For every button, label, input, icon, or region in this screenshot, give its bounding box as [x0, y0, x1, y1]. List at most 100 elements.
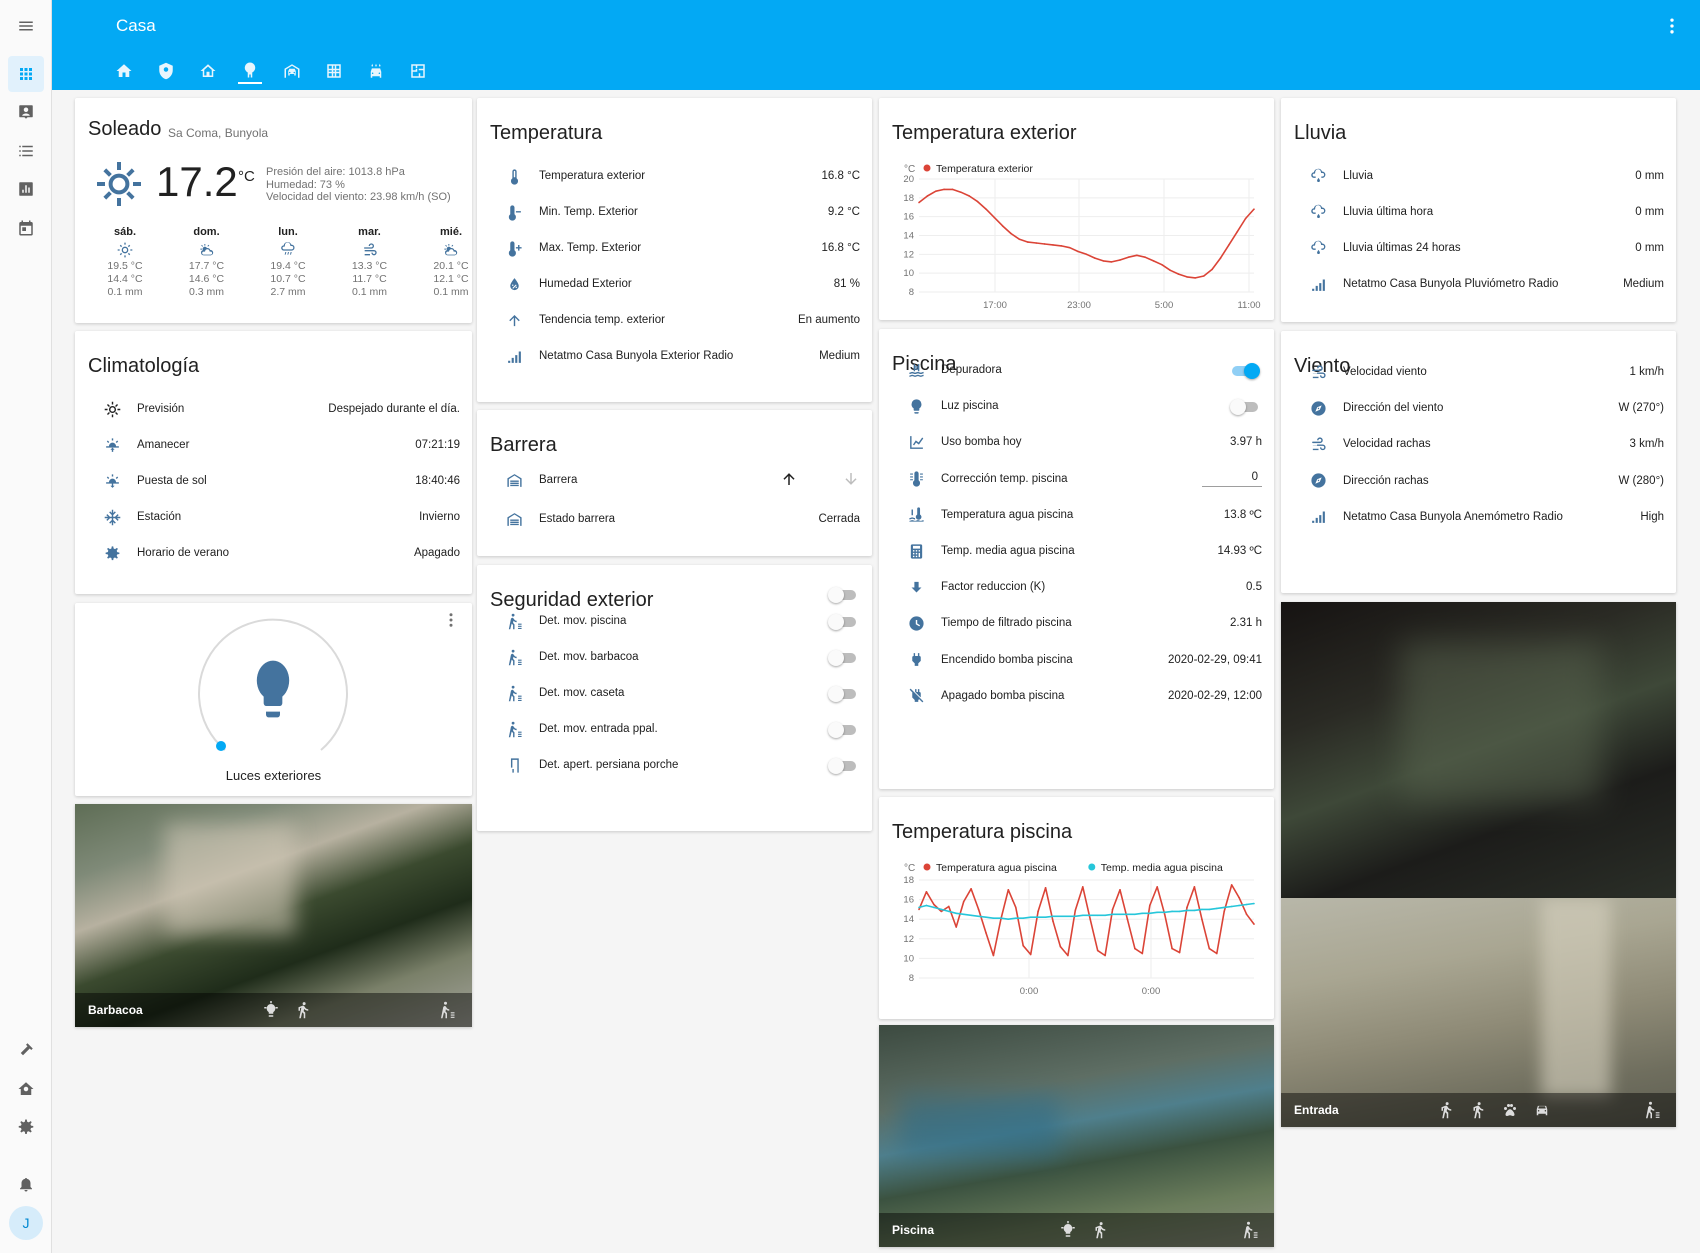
tab-floor-plan-icon[interactable] [406, 58, 430, 84]
data-point [985, 208, 987, 210]
barrera-cover-row[interactable]: Barrera [477, 462, 872, 498]
walk-icon[interactable] [1437, 1101, 1455, 1119]
open-cover-button[interactable] [780, 470, 798, 491]
header-toggle[interactable] [828, 587, 858, 603]
entity-value: Medium [1623, 278, 1664, 290]
entity-value: 14.93 ºC [1217, 545, 1262, 557]
entity-row[interactable]: Velocidad viento 1 km/h [1281, 354, 1676, 390]
motion-sensor-icon[interactable] [1241, 1221, 1259, 1239]
entity-row[interactable]: Lluvia 0 mm [1281, 158, 1676, 194]
entity-row[interactable]: Corrección temp. piscina 0 [879, 461, 1274, 497]
entity-row[interactable]: Puesta de sol 18:40:46 [75, 463, 472, 499]
more-vert-icon[interactable] [442, 611, 460, 634]
settings-icon[interactable] [8, 1109, 44, 1145]
entity-row[interactable]: Det. mov. entrada ppal. [477, 711, 872, 747]
entity-row[interactable]: Velocidad rachas 3 km/h [1281, 426, 1676, 462]
entity-row[interactable]: Lluvia últimas 24 horas 0 mm [1281, 230, 1676, 266]
entity-row[interactable]: Tendencia temp. exterior En aumento [477, 302, 872, 338]
power-plug-off-icon [899, 687, 933, 704]
entity-row[interactable]: Temperatura agua piscina 13.8 ºC [879, 497, 1274, 533]
motion-sensor-icon[interactable] [1643, 1101, 1661, 1119]
paw-icon[interactable] [1501, 1101, 1519, 1119]
camera-barbacoa[interactable]: Barbacoa [75, 804, 472, 1027]
tab-shield-icon[interactable] [154, 58, 178, 84]
number-input[interactable]: 0 [1202, 471, 1262, 487]
entity-row[interactable]: Apagado bomba piscina 2020-02-29, 12:00 [879, 678, 1274, 714]
entity-row[interactable]: Dirección rachas W (280°) [1281, 463, 1676, 499]
temperatura-exterior-chart[interactable]: °C Temperatura exterior201816141210817:00… [879, 158, 1274, 320]
camera-interior[interactable] [1281, 602, 1676, 898]
entity-toggle[interactable] [828, 650, 858, 666]
light-icon[interactable] [262, 1001, 280, 1019]
tab-grid-icon[interactable] [322, 58, 346, 84]
developer-tools-icon[interactable] [8, 1032, 44, 1068]
menu-icon[interactable] [8, 8, 44, 44]
logbook-icon[interactable] [8, 133, 44, 169]
notifications-icon[interactable] [8, 1166, 44, 1202]
estado-barrera-row[interactable]: Estado barrera Cerrada [477, 501, 872, 537]
configuration-home-icon[interactable] [8, 1071, 44, 1107]
entity-row[interactable]: Luz piscina [879, 388, 1274, 424]
entity-row[interactable]: Tiempo de filtrado piscina 2.31 h [879, 605, 1274, 641]
entity-toggle[interactable] [828, 758, 858, 774]
light-icon[interactable] [1059, 1221, 1077, 1239]
entity-row[interactable]: Det. mov. piscina [477, 603, 872, 639]
history-icon[interactable] [8, 171, 44, 207]
slider-handle[interactable] [216, 741, 226, 751]
entity-toggle[interactable] [828, 722, 858, 738]
close-cover-button[interactable] [842, 470, 860, 491]
data-point [1156, 911, 1159, 914]
walk-icon[interactable] [294, 1001, 312, 1019]
y-tick-label: 8 [909, 973, 914, 984]
overview-icon[interactable] [8, 56, 44, 92]
calendar-icon[interactable] [8, 210, 44, 246]
map-icon[interactable] [8, 94, 44, 130]
motion-sensor-icon[interactable] [438, 1001, 456, 1019]
more-vert-icon[interactable] [1662, 16, 1682, 36]
entity-row[interactable]: Netatmo Casa Bunyola Anemómetro Radio Hig… [1281, 499, 1676, 535]
entity-row[interactable]: Netatmo Casa Bunyola Exterior Radio Mediu… [477, 338, 872, 374]
rain-icon [1301, 204, 1335, 221]
entity-row[interactable]: Uso bomba hoy 3.97 h [879, 424, 1274, 460]
walk-icon[interactable] [1469, 1101, 1487, 1119]
light-card[interactable]: Luces exteriores [75, 603, 472, 796]
entity-row[interactable]: Previsión Despejado durante el día. [75, 391, 472, 427]
entity-row[interactable]: Netatmo Casa Bunyola Pluviómetro Radio Me… [1281, 266, 1676, 302]
tab-tree-icon[interactable] [238, 58, 262, 84]
data-point [970, 914, 972, 917]
entity-row[interactable]: Dirección del viento W (270°) [1281, 390, 1676, 426]
entity-toggle[interactable] [828, 614, 858, 630]
tab-home-outline-icon[interactable] [196, 58, 220, 84]
entity-toggle[interactable] [828, 686, 858, 702]
entity-row[interactable]: Lluvia última hora 0 mm [1281, 194, 1676, 230]
entity-row[interactable]: Det. mov. caseta [477, 675, 872, 711]
car-icon[interactable] [1533, 1101, 1551, 1119]
temperatura-piscina-chart[interactable]: °C Temperatura agua piscina Temp. media ag… [879, 859, 1274, 1019]
entity-row[interactable]: Temperatura exterior 16.8 °C [477, 158, 872, 194]
temperatura-exterior-chart-card[interactable]: Temperatura exterior °C Temperatura exter… [879, 98, 1274, 320]
tab-garage-icon[interactable] [280, 58, 304, 84]
tab-home-icon[interactable] [112, 58, 136, 84]
entity-toggle[interactable] [1230, 399, 1260, 416]
entity-row[interactable]: Det. mov. barbacoa [477, 639, 872, 675]
weather-card[interactable]: Soleado Sa Coma, Bunyola 17.2 °C Presión… [75, 98, 472, 323]
entity-row[interactable]: Humedad Exterior 81 % [477, 266, 872, 302]
camera-piscina[interactable]: Piscina [879, 1025, 1274, 1247]
walk-icon[interactable] [1091, 1221, 1109, 1239]
entity-row[interactable]: Encendido bomba piscina 2020-02-29, 09:41 [879, 642, 1274, 678]
entity-row[interactable]: Horario de verano Apagado [75, 535, 472, 571]
avatar[interactable]: J [9, 1206, 43, 1240]
camera-entrada[interactable]: Entrada [1281, 898, 1676, 1127]
entity-row[interactable]: Depuradora [879, 352, 1274, 388]
entity-row[interactable]: Det. apert. persiana porche [477, 747, 872, 783]
entity-row[interactable]: Estación Invierno [75, 499, 472, 535]
entity-row[interactable]: Max. Temp. Exterior 16.8 °C [477, 230, 872, 266]
entity-toggle[interactable] [1230, 363, 1260, 379]
tab-car-wash-icon[interactable] [364, 58, 388, 84]
entity-row[interactable]: Amanecer 07:21:19 [75, 427, 472, 463]
entity-row[interactable]: Factor reduccion (K) 0.5 [879, 569, 1274, 605]
entity-row[interactable]: Min. Temp. Exterior 9.2 °C [477, 194, 872, 230]
lightbulb-icon[interactable] [245, 655, 301, 728]
temperatura-piscina-chart-card[interactable]: Temperatura piscina °C Temperatura agua p… [879, 797, 1274, 1019]
entity-row[interactable]: Temp. media agua piscina 14.93 ºC [879, 533, 1274, 569]
